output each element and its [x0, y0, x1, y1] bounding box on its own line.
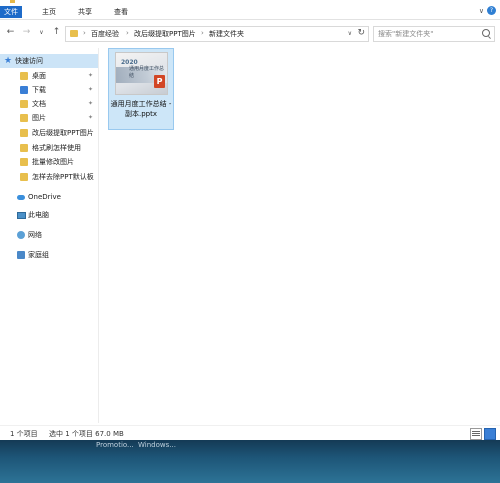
- forward-button[interactable]: →: [21, 27, 32, 38]
- breadcrumb-separator[interactable]: ›: [201, 29, 204, 37]
- search-input[interactable]: 搜索"新建文件夹": [373, 26, 495, 42]
- sidebar-item-folder[interactable]: 格式刷怎样使用: [0, 141, 98, 155]
- address-dropdown-icon[interactable]: ∨: [348, 30, 352, 37]
- folder-icon: [70, 30, 78, 37]
- pictures-icon: [20, 114, 28, 122]
- refresh-icon[interactable]: ↻: [357, 28, 365, 38]
- taskbar-label[interactable]: Windows...: [138, 441, 176, 449]
- pin-icon[interactable]: ✦: [88, 97, 93, 111]
- pin-icon[interactable]: ✦: [88, 69, 93, 83]
- pin-icon[interactable]: ✦: [88, 83, 93, 97]
- tab-home[interactable]: 主页: [36, 6, 62, 18]
- documents-icon: [20, 100, 28, 108]
- sidebar-item-homegroup[interactable]: 家庭组: [0, 248, 98, 262]
- breadcrumb-separator[interactable]: ›: [83, 29, 86, 37]
- large-icons-view-button[interactable]: [484, 428, 496, 440]
- sidebar-item-folder[interactable]: 怎样去除PPT默认板: [0, 170, 98, 184]
- sidebar-item-folder[interactable]: 改后缀提取PPT图片: [0, 126, 98, 140]
- file-item[interactable]: 2020 通用月度工作总结 P 通用月度工作总结 - 副本.pptx: [108, 48, 174, 130]
- tab-file[interactable]: 文件: [0, 6, 22, 18]
- homegroup-icon: [17, 251, 25, 259]
- folder-icon: [20, 129, 28, 137]
- sidebar-item-desktop[interactable]: 桌面 ✦: [0, 69, 98, 83]
- help-icon[interactable]: ?: [487, 6, 496, 15]
- file-thumbnail: 2020 通用月度工作总结 P: [115, 52, 168, 95]
- selection-info: 选中 1 个项目 67.0 MB: [49, 430, 124, 438]
- sidebar-item-network[interactable]: 网络: [0, 228, 98, 242]
- navigation-pane: ★ 快速访问 桌面 ✦ 下载 ✦ 文档 ✦ 图片 ✦ 改后缀提取PPT图片 格式…: [0, 48, 99, 423]
- ribbon-tabs: 文件 主页 共享 查看 ∨ ?: [0, 5, 500, 20]
- folder-icon: [20, 144, 28, 152]
- tab-view[interactable]: 查看: [108, 6, 134, 18]
- up-button[interactable]: ↑: [51, 27, 62, 38]
- sidebar-item-folder[interactable]: 批量修改图片: [0, 155, 98, 169]
- network-icon: [17, 231, 25, 239]
- file-list: 2020 通用月度工作总结 P 通用月度工作总结 - 副本.pptx: [99, 48, 498, 423]
- folder-icon: [20, 173, 28, 181]
- sidebar-item-documents[interactable]: 文档 ✦: [0, 97, 98, 111]
- recent-locations-button[interactable]: ∨: [36, 27, 47, 38]
- status-bar: 1 个项目 选中 1 个项目 67.0 MB: [0, 425, 500, 441]
- download-icon: [20, 86, 28, 94]
- sidebar-item-onedrive[interactable]: OneDrive: [0, 190, 98, 204]
- computer-icon: [17, 212, 26, 219]
- tab-share[interactable]: 共享: [72, 6, 98, 18]
- sidebar-item-quick-access[interactable]: ★ 快速访问: [0, 54, 98, 68]
- desktop-icon: [20, 72, 28, 80]
- powerpoint-icon: P: [154, 75, 165, 88]
- item-count: 1 个项目: [10, 430, 38, 438]
- address-bar[interactable]: › 百度经验 › 改后缀提取PPT图片 › 新建文件夹 ∨ ↻: [65, 26, 369, 42]
- taskbar-label[interactable]: Promotio...: [96, 441, 134, 449]
- sidebar-item-this-pc[interactable]: 此电脑: [0, 208, 98, 222]
- sidebar-item-pictures[interactable]: 图片 ✦: [0, 111, 98, 125]
- taskbar: Promotio... Windows...: [0, 440, 500, 483]
- sidebar-item-downloads[interactable]: 下载 ✦: [0, 83, 98, 97]
- cloud-icon: [17, 195, 25, 200]
- quick-access-toolbar-icon[interactable]: [10, 0, 15, 3]
- breadcrumb-item[interactable]: 新建文件夹: [209, 29, 244, 39]
- search-icon[interactable]: [482, 29, 490, 37]
- breadcrumb-separator[interactable]: ›: [126, 29, 129, 37]
- details-view-button[interactable]: [470, 428, 482, 440]
- breadcrumb-item[interactable]: 改后缀提取PPT图片: [134, 29, 196, 39]
- address-bar-row: ← → ∨ ↑ › 百度经验 › 改后缀提取PPT图片 › 新建文件夹 ∨ ↻ …: [0, 23, 500, 43]
- star-icon: ★: [4, 56, 13, 66]
- folder-icon: [20, 158, 28, 166]
- back-button[interactable]: ←: [5, 27, 16, 38]
- breadcrumb-item[interactable]: 百度经验: [91, 29, 119, 39]
- file-name: 通用月度工作总结 - 副本.pptx: [110, 100, 172, 118]
- file-explorer-window: 文件 主页 共享 查看 ∨ ? ← → ∨ ↑ › 百度经验 › 改后缀提取PP…: [0, 0, 500, 441]
- search-placeholder: 搜索"新建文件夹": [378, 30, 434, 38]
- expand-ribbon-icon[interactable]: ∨: [479, 7, 484, 15]
- pin-icon[interactable]: ✦: [88, 111, 93, 125]
- title-bar: [0, 0, 500, 4]
